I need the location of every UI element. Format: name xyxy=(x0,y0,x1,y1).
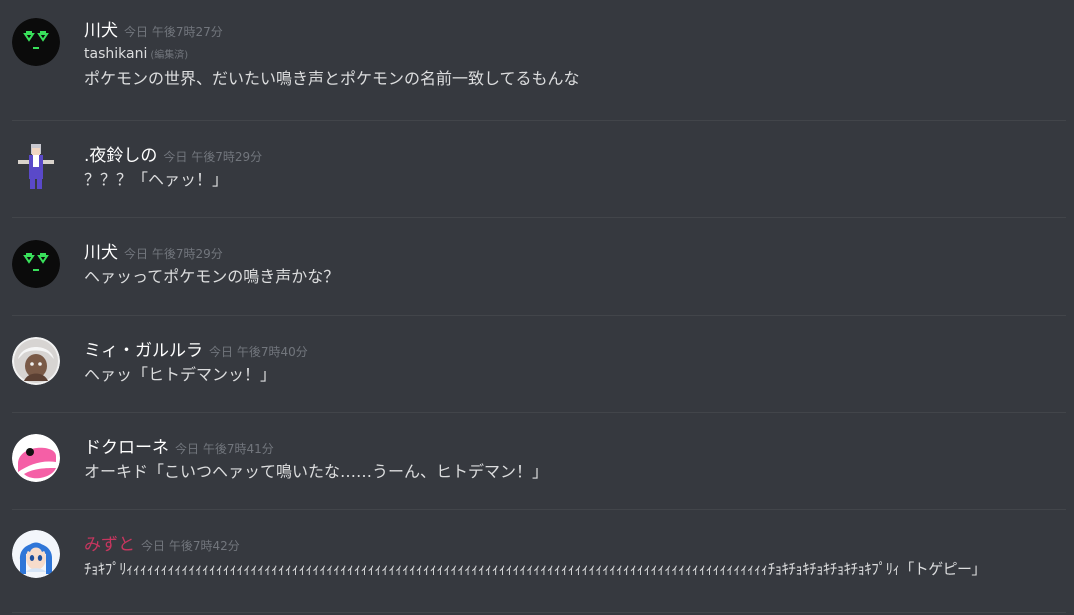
message-text: ヘァッってポケモンの鳴き声かな？ xyxy=(84,267,340,286)
timestamp: 今日 午後7時41分 xyxy=(175,442,274,456)
message: みずと 今日 午後7時42分 ﾁｮｷﾌﾟﾘｨｨｨｨｨｨｨｨｨｨｨｨｨｨｨｨｨｨｨ… xyxy=(0,533,1074,581)
message: ドクローネ 今日 午後7時41分 オーキド「こいつヘァッて鳴いたな……うーん、ヒ… xyxy=(0,436,1074,484)
edited-label: (編集済) xyxy=(150,50,189,61)
message: 川犬 今日 午後7時27分 tashikani (編集済) ポケモンの世界、だいた… xyxy=(0,19,1074,91)
message-text: オーキド「こいつヘァッて鳴いたな……うーん、ヒトデマン！」 xyxy=(84,462,549,481)
username[interactable]: ドクローネ xyxy=(84,436,169,460)
username[interactable]: みずと xyxy=(84,533,135,557)
message: .夜鈴しの 今日 午後7時29分 ？？？「ヘァッ！」 xyxy=(0,144,1074,192)
message-header: 川犬 今日 午後7時27分 xyxy=(84,19,1074,43)
message-header: 川犬 今日 午後7時29分 xyxy=(84,241,1074,265)
message-feed: 川犬 今日 午後7時27分 tashikani (編集済) ポケモンの世界、だいた… xyxy=(0,0,1074,615)
username[interactable]: ミィ・ガルルラ xyxy=(84,339,203,363)
message-divider xyxy=(12,217,1066,218)
timestamp: 今日 午後7時40分 xyxy=(209,345,308,359)
message-divider xyxy=(12,612,1066,613)
message-divider xyxy=(12,120,1066,121)
message: ミィ・ガルルラ 今日 午後7時40分 ヘァッ「ヒトデマンッ！」 xyxy=(0,339,1074,387)
timestamp: 今日 午後7時29分 xyxy=(124,247,223,261)
message: 川犬 今日 午後7時29分 ヘァッってポケモンの鳴き声かな？ xyxy=(0,241,1074,289)
message-header: ドクローネ 今日 午後7時41分 xyxy=(84,436,1074,460)
message-divider xyxy=(12,509,1066,510)
message-divider xyxy=(12,412,1066,413)
message-header: みずと 今日 午後7時42分 xyxy=(84,533,1074,557)
message-text: ヘァッ「ヒトデマンッ！」 xyxy=(84,365,277,384)
message-text: tashikani xyxy=(84,46,148,62)
message-text: ？？？「ヘァッ！」 xyxy=(84,170,229,189)
message-text: ポケモンの世界、だいたい鳴き声とポケモンの名前一致してるもんな xyxy=(84,69,580,88)
timestamp: 今日 午後7時42分 xyxy=(141,539,240,553)
message-divider xyxy=(12,315,1066,316)
message-header: ミィ・ガルルラ 今日 午後7時40分 xyxy=(84,339,1074,363)
message-text: ﾁｮｷﾌﾟﾘｨｨｨｨｨｨｨｨｨｨｨｨｨｨｨｨｨｨｨｨｨｨｨｨｨｨｨｨｨｨｨｨｨｨ… xyxy=(84,560,986,578)
message-header: .夜鈴しの 今日 午後7時29分 xyxy=(84,144,1074,168)
username[interactable]: 川犬 xyxy=(84,19,118,43)
message-line: tashikani (編集済) xyxy=(84,43,1074,67)
username[interactable]: .夜鈴しの xyxy=(84,144,157,168)
timestamp: 今日 午後7時29分 xyxy=(163,150,263,164)
username[interactable]: 川犬 xyxy=(84,241,118,265)
timestamp: 今日 午後7時27分 xyxy=(124,25,223,39)
